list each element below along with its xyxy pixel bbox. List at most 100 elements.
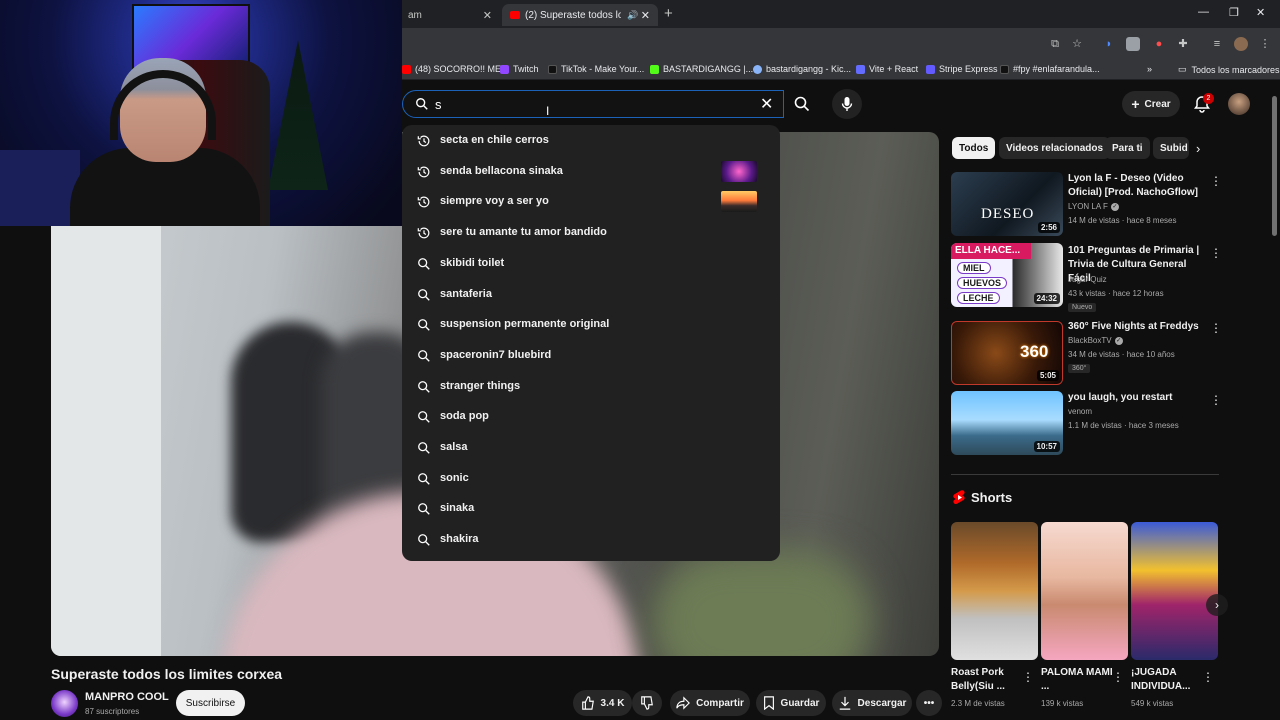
- search-suggestion[interactable]: santaferia: [402, 280, 780, 310]
- short-thumbnail[interactable]: [1131, 522, 1218, 660]
- profile-icon[interactable]: [1234, 37, 1248, 51]
- download-button[interactable]: Descargar: [832, 690, 912, 716]
- search-suggestion[interactable]: skibidi toilet: [402, 249, 780, 279]
- channel-label: BlackBoxTV: [1068, 336, 1112, 345]
- save-button[interactable]: Guardar: [756, 690, 826, 716]
- more-actions-button[interactable]: •••: [916, 690, 942, 716]
- short-title[interactable]: PALOMA MAMI ...: [1041, 666, 1117, 694]
- bookmark[interactable]: Vite + React: [856, 64, 918, 74]
- video-title[interactable]: you laugh, you restart: [1068, 391, 1204, 405]
- more-vertical-icon[interactable]: ⋮: [1112, 670, 1124, 684]
- star-icon[interactable]: ☆: [1070, 37, 1084, 51]
- clear-search-icon[interactable]: ✕: [760, 94, 773, 114]
- thumb-text-leche: LECHE: [957, 292, 1000, 304]
- tab-search-icon[interactable]: ≡: [1210, 37, 1224, 51]
- bookmark[interactable]: Stripe Express: [926, 64, 998, 74]
- video-thumbnail[interactable]: 10:57: [951, 391, 1063, 455]
- bookmark[interactable]: TikTok - Make Your...: [548, 64, 644, 74]
- search-suggestion[interactable]: sere tu amante tu amor bandido: [402, 218, 780, 248]
- cast-icon[interactable]: ⧉: [1048, 37, 1062, 51]
- search-input[interactable]: [435, 95, 755, 113]
- search-suggestion[interactable]: sonic: [402, 464, 780, 494]
- menu-icon[interactable]: ⋮: [1258, 37, 1272, 51]
- channel-name[interactable]: venom: [1068, 407, 1092, 416]
- short-title[interactable]: Roast Pork Belly(Siu ...: [951, 666, 1027, 694]
- chevron-right-icon[interactable]: ›: [1196, 141, 1200, 156]
- voice-search-button[interactable]: [832, 89, 862, 119]
- short-thumbnail[interactable]: [951, 522, 1038, 660]
- video-thumbnail[interactable]: ELLA HACE... MIEL HUEVOS LECHE 24:32: [951, 243, 1063, 307]
- extension-icon[interactable]: [1126, 37, 1140, 51]
- search-box[interactable]: [402, 90, 784, 118]
- video-frame-green: [651, 552, 871, 656]
- chip-todos[interactable]: Todos: [952, 137, 996, 159]
- save-label: Guardar: [780, 697, 820, 709]
- search-suggestion[interactable]: sinaka: [402, 494, 780, 524]
- chip-uploaded[interactable]: Subid: [1153, 137, 1189, 159]
- short-title[interactable]: ¡JUGADA INDIVIDUA...: [1131, 666, 1207, 694]
- more-vertical-icon[interactable]: ⋮: [1210, 321, 1222, 335]
- bookmark-label: #fpy #enlafarandula...: [1013, 64, 1100, 74]
- search-suggestion[interactable]: soda pop: [402, 402, 780, 432]
- close-icon[interactable]: ✕: [641, 9, 650, 22]
- bookmark[interactable]: BASTARDIGANGG |...: [650, 64, 753, 74]
- channel-name[interactable]: MANPRO COOL: [85, 691, 169, 703]
- extension-icon[interactable]: ●: [1152, 37, 1166, 51]
- close-icon[interactable]: ✕: [483, 9, 492, 22]
- new-tab-icon[interactable]: +: [664, 5, 673, 22]
- window-close-icon[interactable]: ✕: [1256, 6, 1265, 19]
- chip-for-you[interactable]: Para ti: [1105, 137, 1150, 159]
- scrollbar[interactable]: [1272, 96, 1277, 236]
- share-button[interactable]: Compartir: [670, 690, 750, 716]
- bookmark[interactable]: #fpy #enlafarandula...: [1000, 64, 1100, 74]
- video-thumbnail[interactable]: 360 5:05: [951, 321, 1063, 385]
- search-suggestion[interactable]: stranger things: [402, 372, 780, 402]
- search-suggestion[interactable]: siempre voy a ser yo: [402, 187, 780, 217]
- more-vertical-icon[interactable]: ⋮: [1210, 246, 1222, 260]
- search-suggestion[interactable]: shakira: [402, 525, 780, 555]
- suggestion-text: suspension permanente original: [440, 318, 610, 331]
- create-button[interactable]: + Crear: [1122, 91, 1180, 117]
- more-vertical-icon[interactable]: ⋮: [1210, 174, 1222, 188]
- minimize-icon[interactable]: —: [1198, 6, 1209, 18]
- bookmark[interactable]: Twitch: [500, 64, 539, 74]
- maximize-icon[interactable]: ❐: [1229, 6, 1239, 19]
- chip-related[interactable]: Videos relacionados: [999, 137, 1111, 159]
- channel-name[interactable]: Jugar Quiz: [1068, 275, 1107, 284]
- all-bookmarks[interactable]: ▭ Todos los marcadores: [1178, 64, 1280, 75]
- channel-avatar[interactable]: [51, 690, 78, 717]
- short-thumbnail[interactable]: [1041, 522, 1128, 660]
- search-icon: [417, 349, 431, 363]
- bookmark[interactable]: (48) SOCORRO!! ME...: [402, 64, 509, 74]
- browser-tab-active[interactable]: (2) Superaste todos los limi 🔊 ✕: [502, 4, 658, 26]
- search-suggestion[interactable]: spaceronin7 bluebird: [402, 341, 780, 371]
- search-suggestion[interactable]: senda bellacona sinaka: [402, 157, 780, 187]
- like-button[interactable]: 3.4 K: [573, 690, 632, 716]
- dislike-button[interactable]: [632, 690, 662, 716]
- extension-icon[interactable]: ◗: [1102, 37, 1116, 51]
- search-suggestion[interactable]: salsa: [402, 433, 780, 463]
- account-avatar[interactable]: [1228, 93, 1250, 115]
- channel-name[interactable]: LYON LA F ✓: [1068, 202, 1119, 211]
- video-thumbnail[interactable]: DESEO 2:56: [951, 172, 1063, 236]
- subscribe-button[interactable]: Suscribirse: [176, 690, 245, 716]
- bookmark-icon: [763, 696, 774, 710]
- chevron-right-icon[interactable]: ›: [1206, 594, 1228, 616]
- more-vertical-icon[interactable]: ⋮: [1210, 393, 1222, 407]
- bookmark[interactable]: bastardigangg - Kic...: [753, 64, 851, 74]
- video-title[interactable]: 360° Five Nights at Freddys: [1068, 320, 1204, 334]
- speaker-icon[interactable]: 🔊: [627, 10, 638, 21]
- search-suggestion[interactable]: secta en chile cerros: [402, 126, 780, 156]
- bookmarks-overflow-icon[interactable]: »: [1147, 64, 1152, 74]
- thumbs-down-icon: [641, 696, 653, 710]
- search-button[interactable]: [784, 90, 820, 118]
- more-vertical-icon[interactable]: ⋮: [1202, 670, 1214, 684]
- more-vertical-icon[interactable]: ⋮: [1022, 670, 1034, 684]
- video-duration: 10:57: [1033, 441, 1060, 452]
- puzzle-icon[interactable]: ✚: [1176, 37, 1190, 51]
- search-suggestion[interactable]: suspension permanente original: [402, 310, 780, 340]
- suggestion-text: sinaka: [440, 502, 475, 515]
- channel-name[interactable]: BlackBoxTV ✓: [1068, 336, 1123, 345]
- video-title[interactable]: Lyon la F - Deseo (Video Oficial) [Prod.…: [1068, 172, 1204, 200]
- browser-tab[interactable]: am ✕: [400, 4, 500, 26]
